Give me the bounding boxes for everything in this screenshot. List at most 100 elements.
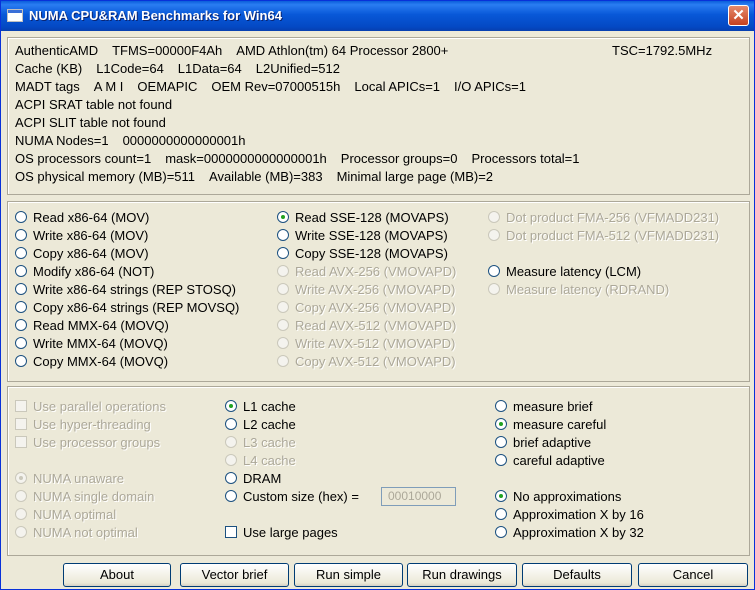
radio-indicator <box>488 229 500 241</box>
radio-indicator <box>495 490 507 502</box>
option-label: No approximations <box>513 489 622 504</box>
option-label: Use large pages <box>243 525 338 540</box>
radio-indicator <box>225 472 237 484</box>
info-field: Available (MB)=383 <box>209 169 323 184</box>
benchmark-window: NUMA CPU&RAM Benchmarks for Win64 ✕ TSC=… <box>0 0 755 590</box>
option-label: Copy AVX-256 (VMOVAPD) <box>295 300 456 315</box>
option-label: Approximation X by 32 <box>513 525 644 540</box>
checkbox-indicator <box>15 400 27 412</box>
info-line: OS physical memory (MB)=511 Available (MB… <box>15 169 507 184</box>
radio-indicator <box>277 211 289 223</box>
option-label: Copy AVX-512 (VMOVAPD) <box>295 354 456 369</box>
option-label: Custom size (hex) = <box>243 489 359 504</box>
info-field: TFMS=00000F4Ah <box>112 43 223 58</box>
option-label: NUMA single domain <box>33 489 155 504</box>
radio-indicator <box>225 490 237 502</box>
option-label: NUMA not optimal <box>33 525 138 540</box>
vector-brief-button[interactable]: Vector brief <box>180 563 289 587</box>
radio-indicator <box>15 229 27 241</box>
option-label: Write x86-64 (MOV) <box>33 228 149 243</box>
about-button[interactable]: About <box>63 563 171 587</box>
system-info-panel: TSC=1792.5MHz AuthenticAMD TFMS=00000F4Ah… <box>7 37 750 195</box>
option-label: Use processor groups <box>33 435 161 450</box>
option-label: measure careful <box>513 417 607 432</box>
radio-indicator <box>277 229 289 241</box>
option-label: Read AVX-512 (VMOVAPD) <box>295 318 457 333</box>
info-line: Cache (KB) L1Code=64 L1Data=64 L2Unified=51… <box>15 61 354 76</box>
title-bar[interactable]: NUMA CPU&RAM Benchmarks for Win64 ✕ <box>1 1 754 31</box>
option-label: NUMA optimal <box>33 507 117 522</box>
radio-indicator <box>488 283 500 295</box>
close-button[interactable]: ✕ <box>728 5 749 26</box>
option-label: Modify x86-64 (NOT) <box>33 264 155 279</box>
info-field: AMD Athlon(tm) 64 Processor 2800+ <box>236 43 449 58</box>
radio-indicator <box>495 418 507 430</box>
info-line: ACPI SRAT table not found <box>15 97 186 112</box>
checkbox-indicator <box>15 418 27 430</box>
option-label: DRAM <box>243 471 282 486</box>
window-title: NUMA CPU&RAM Benchmarks for Win64 <box>29 8 282 23</box>
option-label: Write AVX-512 (VMOVAPD) <box>295 336 456 351</box>
radio-indicator <box>277 337 289 349</box>
option-label: Approximation X by 16 <box>513 507 644 522</box>
info-field: Processor groups=0 <box>340 151 458 166</box>
radio-indicator <box>15 355 27 367</box>
info-field: L2Unified=512 <box>255 61 340 76</box>
info-field: OEMAPIC <box>137 79 198 94</box>
radio-indicator <box>277 301 289 313</box>
info-field: NUMA Nodes=1 <box>15 133 109 148</box>
option-label: measure brief <box>513 399 593 414</box>
info-line: AuthenticAMD TFMS=00000F4Ah AMD Athlon(tm)… <box>15 43 462 58</box>
radio-indicator <box>488 211 500 223</box>
radio-indicator <box>15 508 27 520</box>
radio-indicator <box>225 418 237 430</box>
info-field: Cache (KB) <box>15 61 83 76</box>
checkbox-indicator <box>225 526 237 538</box>
cancel-button[interactable]: Cancel <box>638 563 748 587</box>
info-field: OEM Rev=07000515h <box>211 79 341 94</box>
option-label: Measure latency (LCM) <box>506 264 642 279</box>
checkbox-indicator <box>15 436 27 448</box>
radio-indicator <box>495 526 507 538</box>
radio-indicator <box>15 247 27 259</box>
radio-indicator <box>15 301 27 313</box>
option-label: Read x86-64 (MOV) <box>33 210 150 225</box>
option-label: L2 cache <box>243 417 296 432</box>
option-label: Write SSE-128 (MOVAPS) <box>295 228 448 243</box>
radio-indicator <box>15 526 27 538</box>
run-simple-button[interactable]: Run simple <box>294 563 403 587</box>
radio-indicator <box>15 472 27 484</box>
option-label: Write AVX-256 (VMOVAPD) <box>295 282 456 297</box>
option-label: L1 cache <box>243 399 296 414</box>
option-label: L4 cache <box>243 453 296 468</box>
radio-indicator <box>277 319 289 331</box>
info-line: MADT tags A M I OEMAPIC OEM Rev=07000515h Lo… <box>15 79 540 94</box>
option-label: Copy SSE-128 (MOVAPS) <box>295 246 448 261</box>
radio-indicator <box>225 436 237 448</box>
info-field: ACPI SRAT table not found <box>15 97 173 112</box>
option-label: L3 cache <box>243 435 296 450</box>
option-label: Read AVX-256 (VMOVAPD) <box>295 264 457 279</box>
info-line: NUMA Nodes=1 0000000000000001h <box>15 133 260 148</box>
info-field: A M I <box>93 79 124 94</box>
run-drawings-button[interactable]: Run drawings <box>407 563 517 587</box>
option-label: Use hyper-threading <box>33 417 151 432</box>
radio-indicator <box>277 247 289 259</box>
radio-indicator <box>15 319 27 331</box>
info-line: ACPI SLIT table not found <box>15 115 180 130</box>
info-field: Processors total=1 <box>471 151 580 166</box>
option-label: Copy MMX-64 (MOVQ) <box>33 354 169 369</box>
option-label: Use parallel operations <box>33 399 166 414</box>
info-field: OS processors count=1 <box>15 151 152 166</box>
info-field: ACPI SLIT table not found <box>15 115 166 130</box>
radio-indicator <box>225 454 237 466</box>
radio-indicator <box>225 400 237 412</box>
custom-size-input: 00010000 <box>381 487 456 506</box>
defaults-button[interactable]: Defaults <box>522 563 632 587</box>
radio-indicator <box>15 283 27 295</box>
radio-indicator <box>495 400 507 412</box>
radio-indicator <box>15 337 27 349</box>
option-label: Read MMX-64 (MOVQ) <box>33 318 169 333</box>
info-field: I/O APICs=1 <box>454 79 526 94</box>
option-label: Write MMX-64 (MOVQ) <box>33 336 168 351</box>
